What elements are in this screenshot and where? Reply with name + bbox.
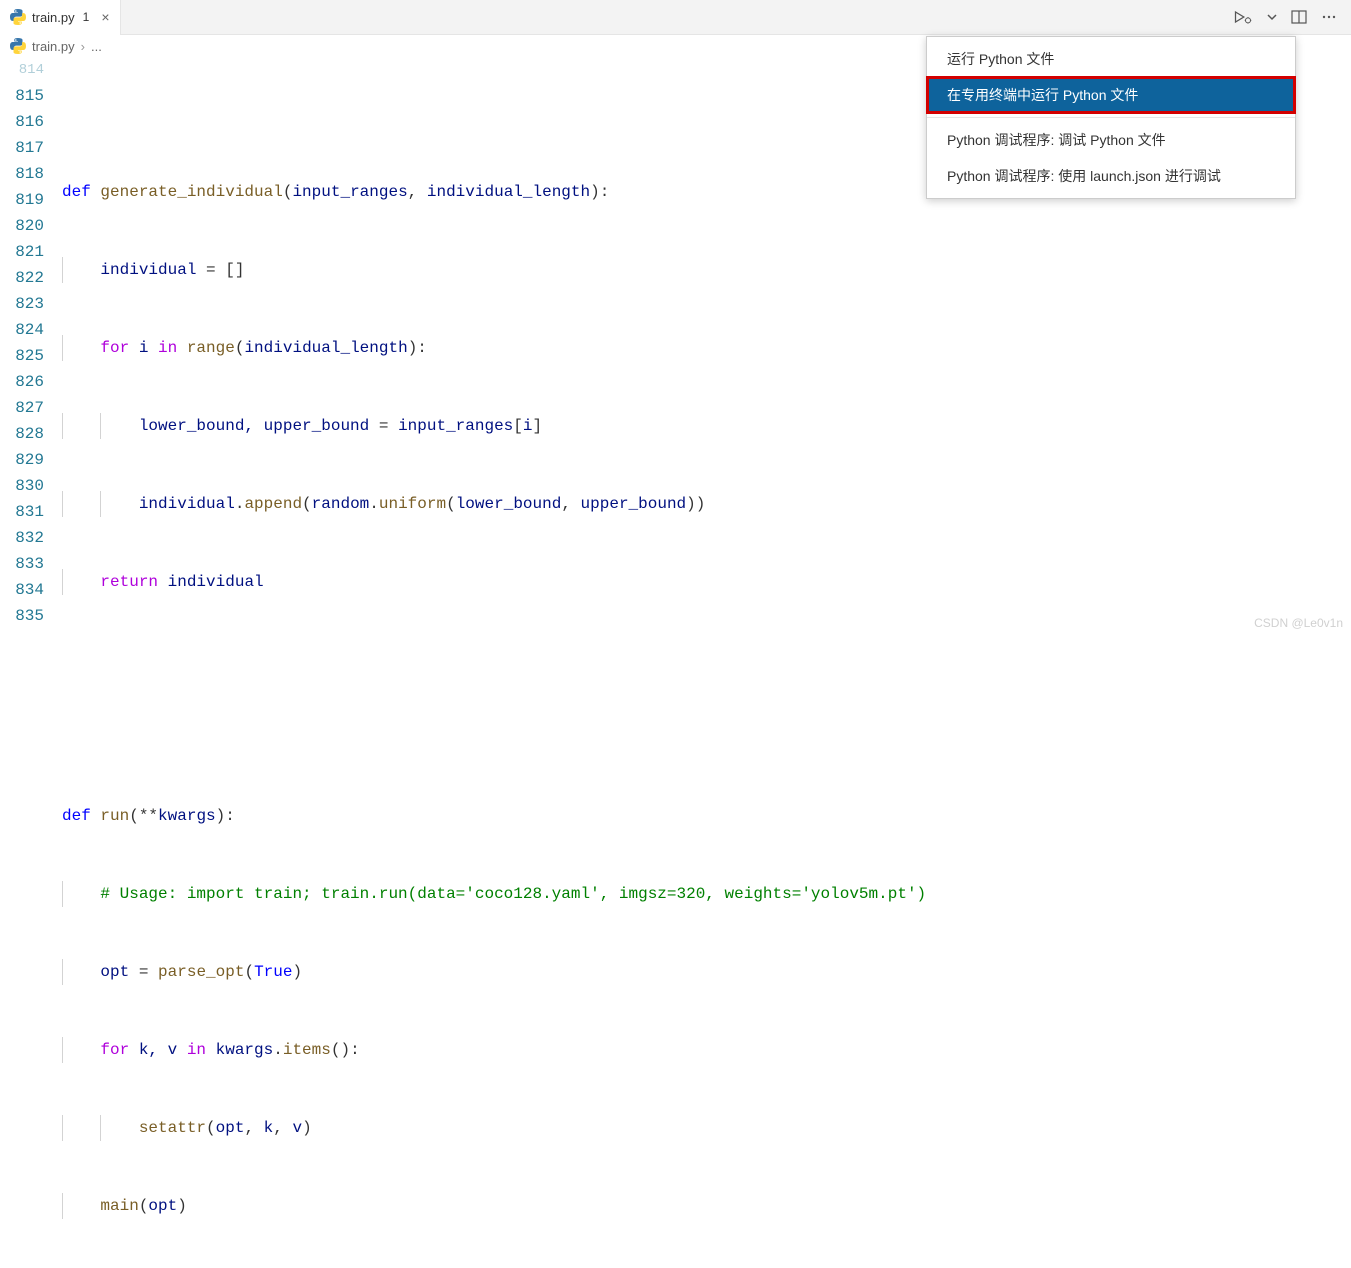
line-number: 833 [0, 551, 44, 577]
file-tab[interactable]: train.py 1 × [0, 0, 121, 35]
watermark: CSDN @Le0v1n [1254, 616, 1343, 630]
line-number: 830 [0, 473, 44, 499]
python-icon [10, 9, 26, 25]
line-number: 824 [0, 317, 44, 343]
code-line: main(opt) [62, 1193, 1351, 1219]
menu-run-python[interactable]: 运行 Python 文件 [927, 41, 1295, 77]
code-line: opt = parse_opt(True) [62, 959, 1351, 985]
line-number: 825 [0, 343, 44, 369]
menu-run-dedicated-terminal[interactable]: 在专用终端中运行 Python 文件 [927, 77, 1295, 113]
code-line: # Usage: import train; train.run(data='c… [62, 881, 1351, 907]
line-number: 817 [0, 135, 44, 161]
line-number: 834 [0, 577, 44, 603]
close-icon[interactable]: × [101, 9, 109, 25]
breadcrumb-rest: ... [91, 39, 102, 54]
code-line: setattr(opt, k, v) [62, 1115, 1351, 1141]
line-number: 829 [0, 447, 44, 473]
line-number: 826 [0, 369, 44, 395]
menu-debug-launch-json[interactable]: Python 调试程序: 使用 launch.json 进行调试 [927, 158, 1295, 194]
run-context-menu: 运行 Python 文件 在专用终端中运行 Python 文件 Python 调… [926, 36, 1296, 199]
code-line [62, 647, 1351, 673]
code-line: for i in range(individual_length): [62, 335, 1351, 361]
code-line: individual = [] [62, 257, 1351, 283]
line-number: 818 [0, 161, 44, 187]
line-gutter: 814 815 816 817 818 819 820 821 822 823 … [0, 57, 62, 1268]
menu-separator [927, 117, 1295, 118]
line-number: 828 [0, 421, 44, 447]
code-line: for k, v in kwargs.items(): [62, 1037, 1351, 1063]
more-icon[interactable] [1321, 9, 1337, 25]
split-editor-icon[interactable] [1291, 9, 1307, 25]
line-number: 820 [0, 213, 44, 239]
line-number: 832 [0, 525, 44, 551]
line-number: 814 [0, 57, 44, 83]
run-debug-icon[interactable] [1233, 9, 1253, 25]
chevron-right-icon: › [81, 39, 85, 54]
tab-filename: train.py [32, 10, 75, 25]
breadcrumb-file: train.py [32, 39, 75, 54]
code-line: lower_bound, upper_bound = input_ranges[… [62, 413, 1351, 439]
line-number: 835 [0, 603, 44, 629]
chevron-down-icon[interactable] [1267, 12, 1277, 22]
line-number: 821 [0, 239, 44, 265]
line-number: 815 [0, 83, 44, 109]
line-number: 823 [0, 291, 44, 317]
tab-actions [1233, 9, 1351, 25]
code-content[interactable]: def generate_individual(input_ranges, in… [62, 57, 1351, 1268]
code-line: def run(**kwargs): [62, 803, 1351, 829]
python-icon [10, 38, 26, 54]
code-editor[interactable]: 814 815 816 817 818 819 820 821 822 823 … [0, 57, 1351, 1268]
line-number: 816 [0, 109, 44, 135]
menu-debug-python[interactable]: Python 调试程序: 调试 Python 文件 [927, 122, 1295, 158]
line-number: 827 [0, 395, 44, 421]
line-number: 831 [0, 499, 44, 525]
code-line [62, 725, 1351, 751]
code-line: individual.append(random.uniform(lower_b… [62, 491, 1351, 517]
tab-bar: train.py 1 × [0, 0, 1351, 35]
tab-modified-marker: 1 [83, 10, 90, 24]
code-line: return individual [62, 569, 1351, 595]
line-number: 822 [0, 265, 44, 291]
line-number: 819 [0, 187, 44, 213]
